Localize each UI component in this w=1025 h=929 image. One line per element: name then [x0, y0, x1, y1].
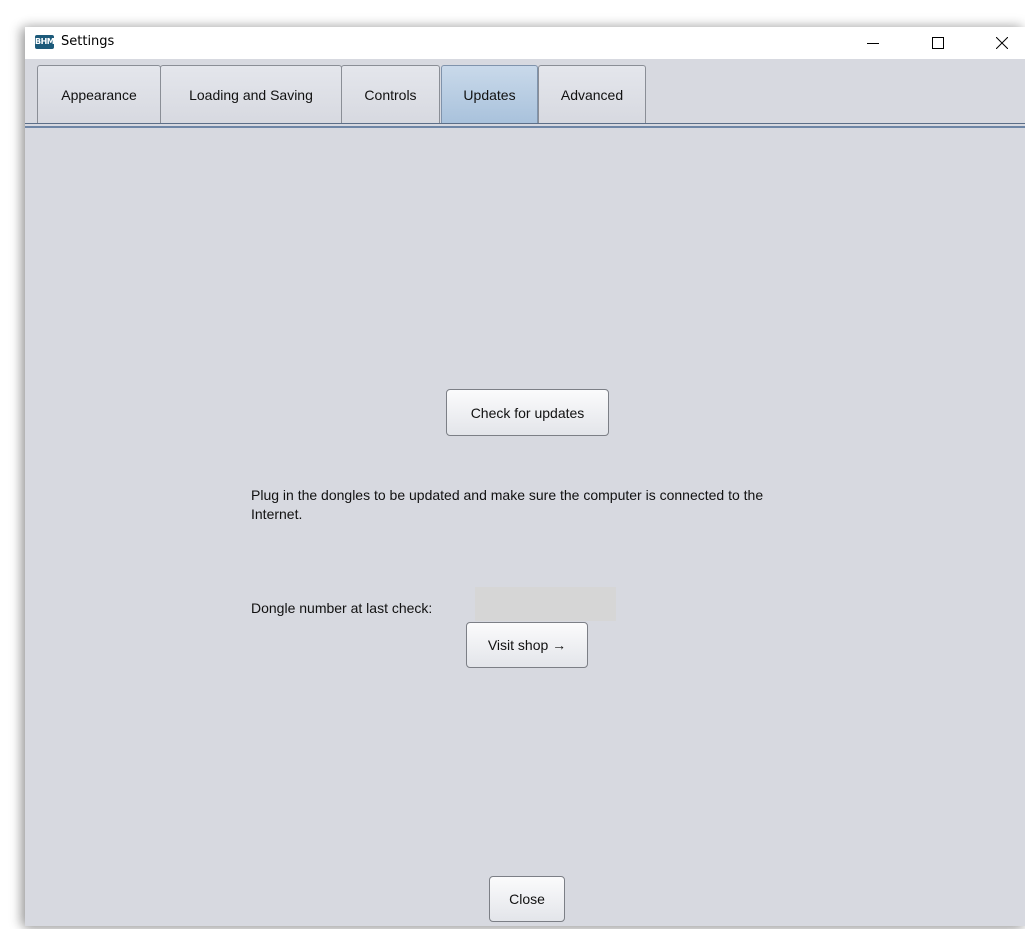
maximize-icon — [932, 37, 944, 49]
close-button[interactable]: Close — [489, 876, 565, 922]
dongle-number-field — [475, 587, 616, 621]
window-title: Settings — [61, 34, 115, 49]
title-bar: BHM Settings — [25, 27, 1025, 59]
tab-advanced[interactable]: Advanced — [538, 65, 646, 123]
dongle-number-label: Dongle number at last check: — [251, 600, 433, 616]
check-for-updates-button[interactable]: Check for updates — [446, 389, 609, 436]
settings-tab-bar: Appearance Loading and Saving Controls U… — [25, 59, 1025, 125]
minimize-icon — [867, 43, 879, 44]
settings-window: BHM Settings Appearance Loading and Savi… — [25, 27, 1025, 926]
tab-controls[interactable]: Controls — [341, 65, 440, 123]
app-logo-icon: BHM — [35, 35, 55, 49]
maximize-button[interactable] — [915, 27, 961, 59]
close-icon — [996, 37, 1008, 49]
tab-underline — [25, 126, 1025, 128]
update-instructions: Plug in the dongles to be updated and ma… — [251, 487, 764, 522]
tab-appearance[interactable]: Appearance — [37, 65, 161, 123]
tab-updates[interactable]: Updates — [441, 65, 538, 123]
minimize-button[interactable] — [850, 27, 896, 59]
tab-divider — [25, 123, 1025, 124]
visit-shop-button[interactable]: Visit shop → — [466, 622, 588, 668]
tab-loading-and-saving[interactable]: Loading and Saving — [160, 65, 342, 123]
close-window-button[interactable] — [979, 27, 1025, 59]
